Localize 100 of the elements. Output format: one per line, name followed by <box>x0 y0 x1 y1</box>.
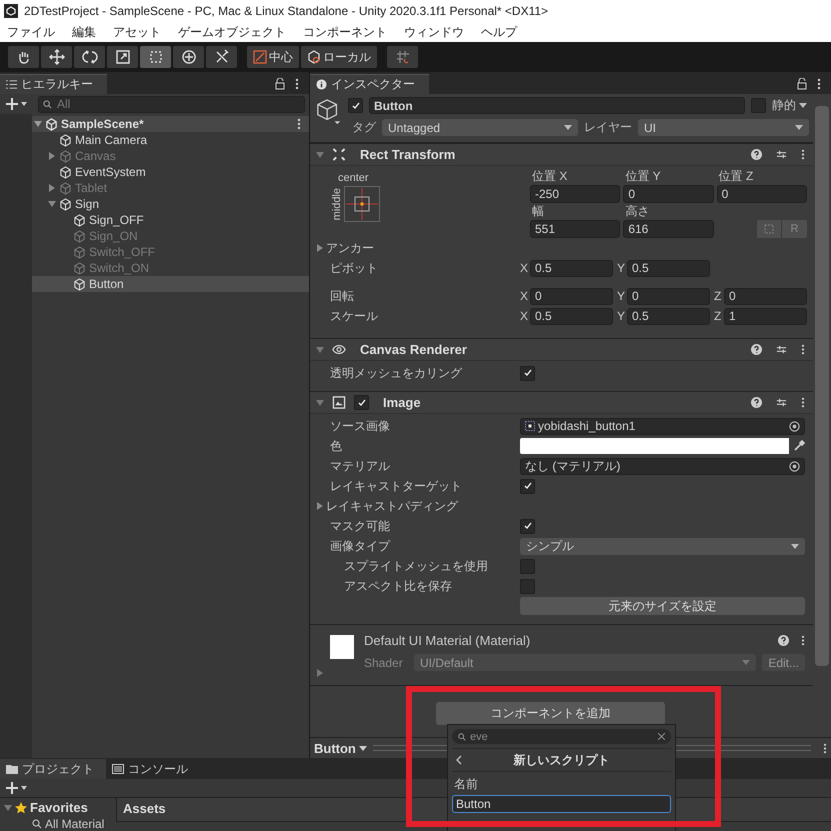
collapse-arrow-icon[interactable] <box>316 346 324 354</box>
number-field[interactable]: 0.5 <box>530 260 613 276</box>
gameobject-cube-icon[interactable] <box>316 97 342 127</box>
object-picker-icon[interactable] <box>789 460 800 472</box>
hand-tool-button[interactable] <box>8 46 39 68</box>
clear-icon[interactable] <box>658 733 665 740</box>
hierarchy-item[interactable]: Button <box>32 276 309 292</box>
menu-item[interactable]: ファイル <box>7 24 55 40</box>
number-field[interactable]: 0.5 <box>627 260 710 276</box>
presets-icon[interactable] <box>776 397 787 408</box>
rect-tool-button[interactable] <box>140 46 171 68</box>
tag-dropdown[interactable]: Untagged <box>382 119 578 136</box>
active-checkbox[interactable] <box>348 98 363 113</box>
foldout-label[interactable]: アンカー <box>326 240 374 256</box>
help-icon[interactable] <box>778 635 789 646</box>
checkbox[interactable] <box>520 366 535 380</box>
scene-row[interactable]: SampleScene* <box>32 116 309 132</box>
inspector-tab[interactable]: インスペクター <box>310 74 429 94</box>
number-field[interactable]: 0.5 <box>530 308 613 324</box>
kebab-menu-icon[interactable] <box>801 344 805 355</box>
menu-item[interactable]: ウィンドウ <box>404 24 464 40</box>
collapse-arrow-icon[interactable] <box>316 398 324 406</box>
static-checkbox[interactable] <box>751 98 766 113</box>
eyedropper-icon[interactable] <box>793 440 805 452</box>
grid-snap-button[interactable] <box>387 46 418 68</box>
favorite-item[interactable]: All Material <box>4 817 116 831</box>
script-name-field[interactable]: Button <box>452 795 671 813</box>
hierarchy-item[interactable]: EventSystem <box>32 164 309 180</box>
expand-arrow-icon[interactable] <box>316 669 324 677</box>
menu-item[interactable]: アセット <box>113 24 161 40</box>
add-dropdown-icon[interactable] <box>6 782 28 794</box>
layer-dropdown[interactable]: UI <box>638 119 809 136</box>
custom-tool-button[interactable] <box>206 46 237 68</box>
number-field[interactable]: 0 <box>627 288 710 304</box>
lock-icon[interactable] <box>275 78 285 90</box>
collapse-arrow-icon[interactable] <box>4 804 12 812</box>
hierarchy-item[interactable]: Main Camera <box>32 132 309 148</box>
search-field[interactable]: All <box>38 96 305 112</box>
help-icon[interactable] <box>751 344 762 355</box>
kebab-menu-icon[interactable] <box>817 78 821 90</box>
foldout-label[interactable]: レイキャストパディング <box>326 498 458 514</box>
preview-dropdown[interactable]: Button <box>314 740 367 756</box>
kebab-menu-icon[interactable] <box>297 118 301 130</box>
menu-item[interactable]: ゲームオブジェクト <box>178 24 286 40</box>
hierarchy-item[interactable]: Sign_OFF <box>32 212 309 228</box>
number-field[interactable]: 616 <box>623 220 714 238</box>
favorites-label[interactable]: Favorites <box>30 800 88 815</box>
local-toggle-button[interactable]: ローカル <box>301 46 377 68</box>
number-field[interactable]: 0 <box>623 185 714 203</box>
console-tab[interactable]: コンソール <box>106 759 200 779</box>
checkbox[interactable] <box>520 478 535 494</box>
object-field[interactable]: yobidashi_button1 <box>520 418 805 434</box>
expand-arrow-icon[interactable] <box>48 152 56 160</box>
pivot-toggle-button[interactable]: 中心 <box>247 46 299 68</box>
menu-item[interactable]: コンポーネント <box>303 24 387 40</box>
object-field[interactable]: なし (マテリアル) <box>520 458 805 474</box>
number-field[interactable]: 1 <box>724 308 807 324</box>
scale-tool-button[interactable] <box>107 46 138 68</box>
menu-item[interactable]: 編集 <box>72 24 96 40</box>
kebab-menu-icon[interactable] <box>823 742 827 754</box>
transform-tool-button[interactable] <box>173 46 204 68</box>
help-icon[interactable] <box>751 149 762 160</box>
color-swatch[interactable] <box>520 438 789 454</box>
kebab-menu-icon[interactable] <box>801 635 805 646</box>
expand-arrow-icon[interactable] <box>316 502 324 510</box>
number-field[interactable]: -250 <box>530 185 620 203</box>
set-native-size-button[interactable]: 元来のサイズを設定 <box>520 597 805 615</box>
number-field[interactable]: 0 <box>530 288 613 304</box>
kebab-menu-icon[interactable] <box>295 78 299 90</box>
expand-arrow-icon[interactable] <box>48 184 56 192</box>
kebab-menu-icon[interactable] <box>801 397 805 408</box>
number-field[interactable]: 551 <box>530 220 620 238</box>
presets-icon[interactable] <box>776 344 787 355</box>
anchor-presets-button[interactable] <box>344 186 380 222</box>
expand-arrow-icon[interactable] <box>34 120 42 128</box>
checkbox[interactable] <box>520 518 535 534</box>
add-component-button[interactable]: コンポーネントを追加 <box>436 702 665 725</box>
checkbox[interactable] <box>520 558 535 574</box>
image-type-dropdown[interactable]: シンプル <box>520 538 805 554</box>
number-field[interactable]: 0.5 <box>627 308 710 324</box>
expand-arrow-icon[interactable] <box>316 244 324 252</box>
search-field[interactable]: eve <box>452 729 671 744</box>
collapse-arrow-icon[interactable] <box>316 150 324 158</box>
add-dropdown-icon[interactable] <box>6 98 28 110</box>
presets-icon[interactable] <box>776 149 787 160</box>
rotate-tool-button[interactable] <box>74 46 105 68</box>
hierarchy-tab[interactable]: ヒエラルキー <box>0 74 107 94</box>
menu-item[interactable]: ヘルプ <box>481 24 517 40</box>
kebab-menu-icon[interactable] <box>801 149 805 160</box>
object-picker-icon[interactable] <box>789 420 800 432</box>
blueprint-mode-button[interactable] <box>757 220 782 238</box>
checkbox[interactable] <box>520 578 535 594</box>
object-name-field[interactable]: Button <box>369 97 745 114</box>
move-tool-button[interactable] <box>41 46 72 68</box>
lock-icon[interactable] <box>797 78 807 90</box>
component-enabled-checkbox[interactable] <box>354 395 369 410</box>
hierarchy-item[interactable]: Sign <box>32 196 309 212</box>
expand-arrow-icon[interactable] <box>48 200 56 208</box>
number-field[interactable]: 0 <box>716 185 807 203</box>
project-tab[interactable]: プロジェクト <box>0 759 106 779</box>
